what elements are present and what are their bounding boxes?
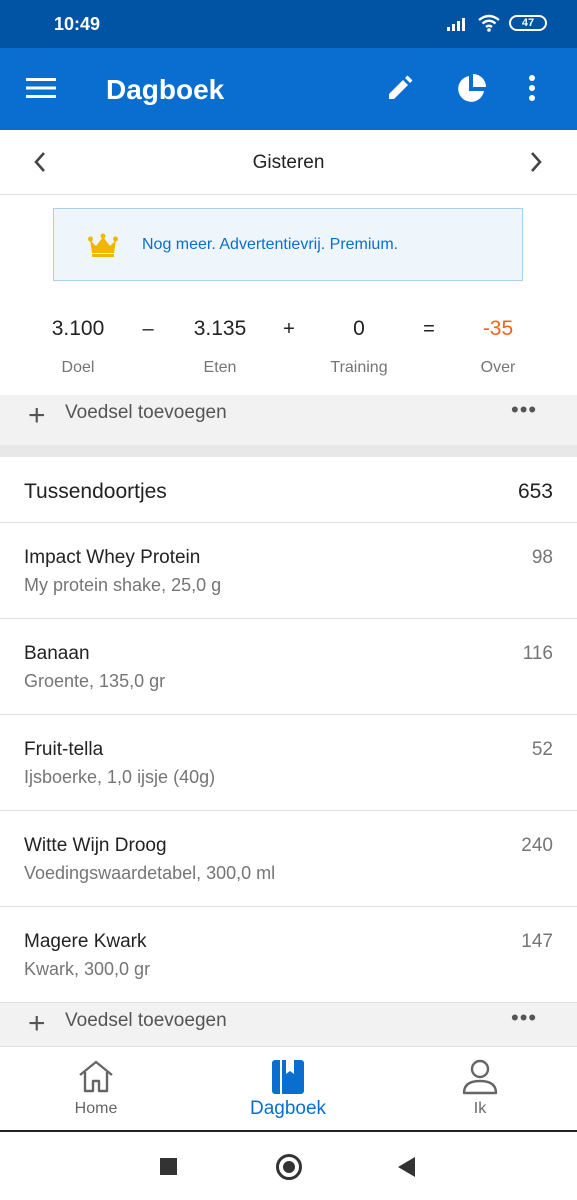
chevron-right-icon[interactable] (526, 150, 546, 174)
tab-home[interactable]: Home (0, 1047, 192, 1131)
meal-section-calories: 653 (517, 480, 553, 503)
section-divider (0, 445, 577, 457)
food-description: My protein shake, 25,0 g (24, 575, 222, 595)
home-icon (79, 1060, 113, 1093)
more-horiz-icon[interactable]: ••• (511, 397, 537, 423)
premium-banner[interactable]: Nog meer. Advertentievrij. Premium. (53, 208, 523, 281)
calorie-summary[interactable]: 3.100 Doel – 3.135 Eten + 0 Training = -… (0, 300, 577, 395)
food-entry[interactable]: Banaan Groente, 135,0 gr 116 (0, 619, 577, 715)
food-calories: 52 (531, 739, 553, 760)
plus-icon: + (28, 399, 46, 432)
exercise-value: 0 (353, 317, 365, 340)
food-name: Magere Kwark (24, 931, 147, 952)
bottom-navigation: Home Dagboek Ik (0, 1046, 577, 1130)
food-calories: 98 (531, 547, 553, 568)
plus-icon: + (28, 1007, 46, 1040)
meal-section-title: Tussendoortjes (24, 480, 167, 503)
equals-operator: = (423, 318, 435, 340)
back-icon[interactable] (398, 1157, 415, 1177)
crown-icon (88, 233, 118, 257)
book-icon (272, 1060, 304, 1094)
status-time: 10:49 (54, 14, 101, 34)
more-horiz-icon[interactable]: ••• (511, 1005, 537, 1031)
remaining-label: Over (480, 359, 516, 376)
food-name: Fruit-tella (24, 739, 104, 760)
recents-icon[interactable] (160, 1158, 177, 1175)
food-description: Ijsboerke, 1,0 ijsje (40g) (24, 767, 216, 787)
signal-icon (447, 18, 465, 31)
menu-icon[interactable] (26, 76, 56, 100)
status-bar: 10:49 47 (0, 0, 577, 48)
add-food-label: Voedsel toevoegen (65, 1010, 227, 1031)
food-value: 3.135 (193, 317, 247, 340)
food-description: Kwark, 300,0 gr (24, 959, 151, 979)
food-calories: 240 (521, 835, 553, 856)
food-label: Eten (203, 359, 237, 376)
tab-diary[interactable]: Dagboek (192, 1047, 384, 1131)
food-entry[interactable]: Magere Kwark Kwark, 300,0 gr 147 (0, 907, 577, 1003)
goal-value: 3.100 (51, 317, 105, 340)
date-navigator: Gisteren (0, 130, 577, 195)
more-vert-icon[interactable] (521, 74, 543, 102)
exercise-label: Training (330, 359, 388, 376)
food-name: Witte Wijn Droog (24, 835, 167, 856)
plus-operator: + (283, 318, 295, 340)
page-title: Dagboek (106, 74, 225, 105)
person-icon (462, 1059, 498, 1095)
meal-section-header[interactable]: Tussendoortjes 653 (0, 458, 577, 523)
wifi-icon (478, 14, 500, 32)
food-entry[interactable]: Fruit-tella Ijsboerke, 1,0 ijsje (40g) 5… (0, 715, 577, 811)
tab-home-label: Home (74, 1100, 118, 1117)
food-name: Impact Whey Protein (24, 547, 201, 568)
premium-text: Nog meer. Advertentievrij. Premium. (142, 236, 399, 253)
current-date[interactable]: Gisteren (0, 152, 577, 174)
food-entry[interactable]: Impact Whey Protein My protein shake, 25… (0, 523, 577, 619)
app-bar: Dagboek (0, 48, 577, 130)
remaining-value: -35 (482, 317, 514, 340)
battery-icon: 47 (509, 15, 547, 31)
edit-icon[interactable] (386, 74, 414, 102)
food-entry[interactable]: Witte Wijn Droog Voedingswaardetabel, 30… (0, 811, 577, 907)
screen: 10:49 47 Dagboek Gisteren Nog meer. Adve… (0, 0, 577, 1200)
add-food-row[interactable]: + Voedsel toevoegen ••• (0, 395, 577, 445)
food-description: Voedingswaardetabel, 300,0 ml (24, 863, 276, 883)
minus-operator: – (142, 318, 154, 340)
goal-label: Doel (61, 359, 95, 376)
nutrition-chart-icon[interactable] (455, 73, 487, 105)
food-calories: 147 (521, 931, 553, 952)
food-description: Groente, 135,0 gr (24, 671, 166, 691)
tab-diary-label: Dagboek (249, 1098, 327, 1119)
food-name: Banaan (24, 643, 90, 664)
add-food-label: Voedsel toevoegen (65, 402, 227, 423)
tab-me-label: Ik (473, 1100, 487, 1117)
status-icons: 47 (447, 14, 547, 32)
food-calories: 116 (522, 643, 553, 664)
battery-level: 47 (521, 16, 535, 29)
system-nav-bar (0, 1130, 577, 1200)
home-button-icon[interactable] (276, 1154, 302, 1180)
tab-me[interactable]: Ik (384, 1047, 576, 1131)
